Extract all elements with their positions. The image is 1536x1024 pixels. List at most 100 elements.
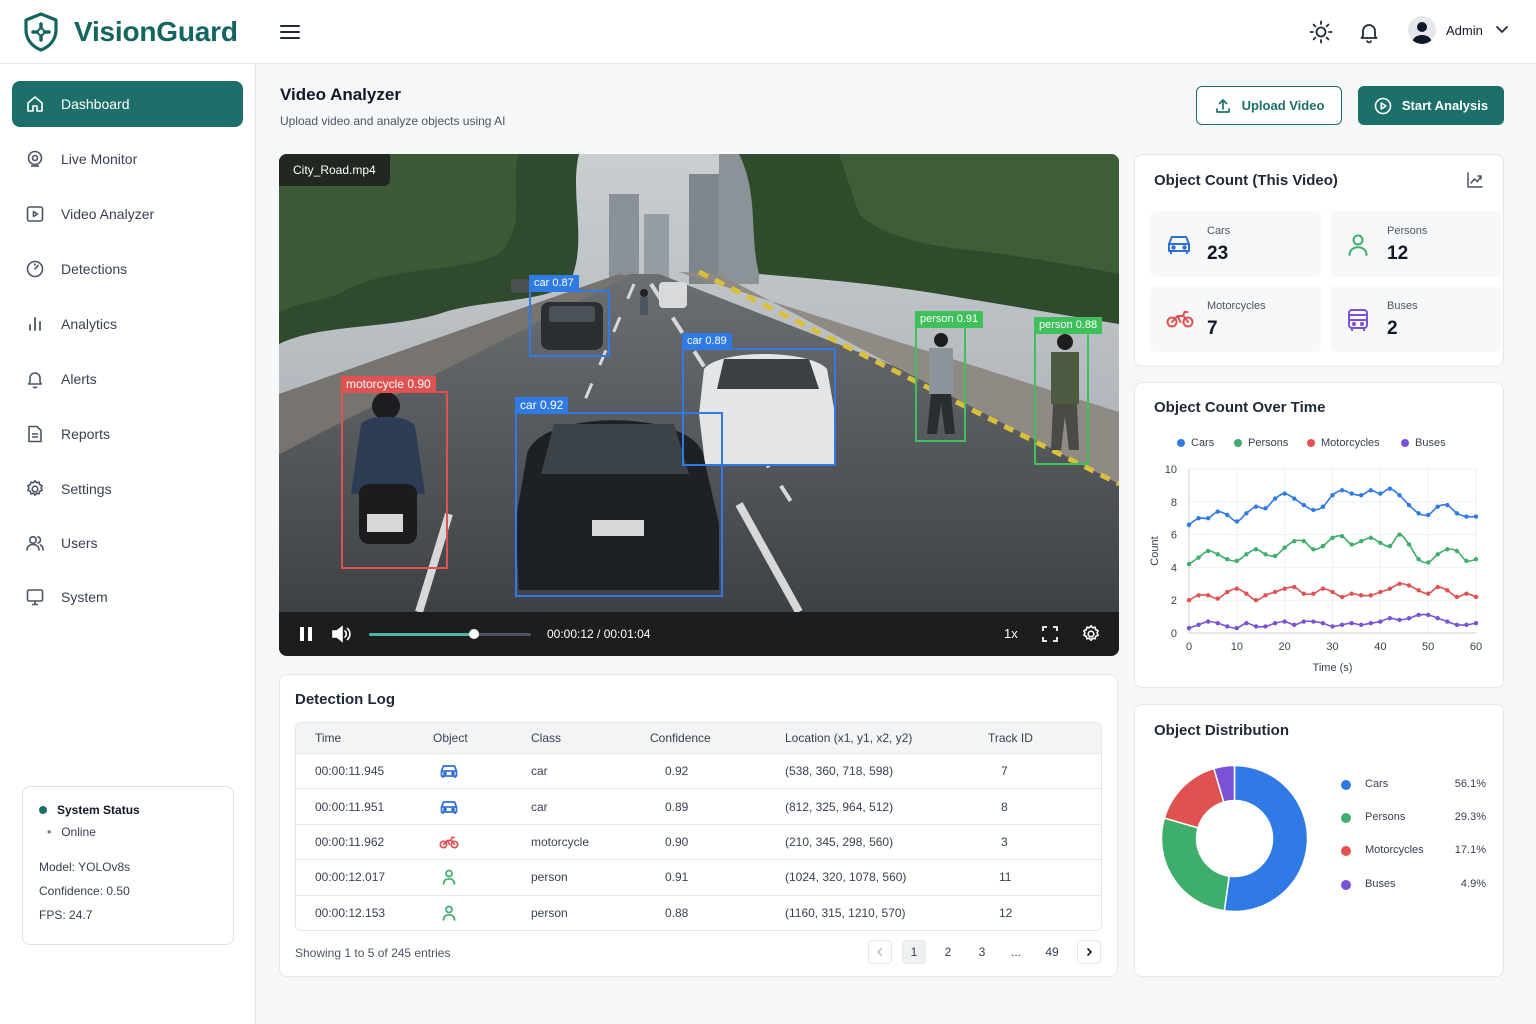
data-point — [1387, 543, 1393, 549]
data-point — [1225, 512, 1230, 518]
progress-handle[interactable] — [469, 629, 480, 639]
bbox-label: motorcycle 0.90 — [341, 376, 436, 393]
column-header: Class — [531, 731, 562, 745]
sidebar-item-alerts[interactable]: Alerts — [12, 356, 243, 402]
distribution-legend-persons: Persons 29.3% — [1341, 810, 1486, 826]
data-point — [1263, 506, 1268, 511]
user-menu[interactable]: Admin — [1408, 16, 1513, 44]
notifications-button[interactable] — [1357, 20, 1381, 44]
data-point — [1339, 594, 1345, 600]
data-point — [1244, 552, 1249, 557]
video-player[interactable]: City_Road.mp4 car 0.87 car 0.89 car 0.92… — [279, 154, 1119, 656]
confidence-info: Confidence: 0.50 — [39, 879, 217, 903]
page-button-3[interactable]: 3 — [970, 940, 994, 964]
bbox-label: person 0.88 — [1034, 317, 1103, 334]
object-count-title: Object Count (This Video) — [1154, 172, 1338, 189]
pause-button[interactable] — [298, 626, 314, 642]
data-point — [1205, 619, 1211, 624]
data-point — [1387, 486, 1393, 491]
sidebar-item-detections[interactable]: Detections — [12, 246, 243, 292]
count-value: 12 — [1387, 243, 1409, 264]
playback-speed-button[interactable]: 1x — [1004, 626, 1018, 641]
start-analysis-button[interactable]: Start Analysis — [1358, 86, 1504, 125]
page-button-2[interactable]: 2 — [936, 940, 960, 964]
sidebar-item-live-monitor[interactable]: Live Monitor — [12, 136, 243, 182]
table-row[interactable]: 00:00:12.153 person 0.88 (1160, 315, 121… — [296, 894, 1101, 930]
table-row[interactable]: 00:00:11.951 car 0.89 (812, 325, 964, 51… — [296, 788, 1101, 823]
data-point — [1416, 588, 1421, 593]
users-icon — [26, 535, 44, 551]
data-point — [1234, 625, 1240, 631]
cell-track-id: 12 — [999, 905, 1013, 920]
fullscreen-button[interactable] — [1041, 625, 1059, 643]
gear-icon — [1083, 625, 1099, 641]
app-logo[interactable]: VisionGuard — [22, 12, 238, 52]
data-point — [1253, 547, 1259, 552]
count-tile-buses: Buses 2 — [1330, 286, 1501, 352]
data-point — [1416, 511, 1421, 516]
data-point — [1244, 620, 1249, 626]
distribution-legend-buses: Buses 4.9% — [1341, 877, 1486, 893]
video-time: 00:00:12 / 00:01:04 — [547, 627, 651, 641]
shield-plus-icon — [24, 12, 58, 52]
data-point — [1263, 624, 1268, 629]
data-point — [1397, 617, 1402, 623]
data-point — [1215, 596, 1220, 601]
line-chart: 0 10 20 30 40 50 60 0 2 4 6 8 10 Time (s) Count — [1149, 464, 1482, 674]
confidence-label: Confidence: — [39, 884, 104, 898]
data-point — [1349, 591, 1354, 596]
avatar — [1408, 16, 1436, 44]
car-icon — [439, 763, 459, 779]
data-point — [1397, 493, 1402, 498]
video-progress-bar[interactable] — [369, 629, 531, 639]
data-point — [1378, 491, 1383, 496]
video-filename: City_Road.mp4 — [279, 154, 390, 186]
data-point — [1473, 594, 1479, 600]
donut-slice-motorcycles — [1163, 767, 1225, 829]
table-row[interactable]: 00:00:11.945 car 0.92 (538, 360, 718, 59… — [296, 753, 1101, 788]
sidebar-item-label: System — [61, 589, 108, 605]
page-button-1[interactable]: 1 — [902, 940, 926, 964]
sidebar-item-dashboard[interactable]: Dashboard — [12, 81, 243, 127]
legend-label: Buses — [1365, 878, 1396, 890]
sidebar-item-analytics[interactable]: Analytics — [12, 301, 243, 347]
sidebar-item-system[interactable]: System — [12, 574, 243, 620]
y-tick-label: 2 — [1171, 595, 1177, 607]
page-button-49[interactable]: 49 — [1040, 940, 1064, 964]
menu-button[interactable] — [278, 20, 302, 44]
table-row[interactable]: 00:00:12.017 person 0.91 (1024, 320, 107… — [296, 859, 1101, 894]
sidebar-item-reports[interactable]: Reports — [12, 411, 243, 457]
volume-button[interactable] — [331, 625, 353, 643]
data-point — [1292, 496, 1297, 501]
theme-toggle-button[interactable] — [1309, 20, 1333, 44]
next-page-button[interactable] — [1077, 940, 1101, 964]
distribution-legend-motorcycles: Motorcycles 17.1% — [1341, 843, 1486, 859]
cell-confidence: 0.91 — [665, 870, 689, 885]
sidebar-item-label: Detections — [61, 261, 128, 277]
cell-location: (538, 360, 718, 598) — [785, 764, 894, 779]
sidebar-item-label: Reports — [61, 426, 111, 442]
data-point — [1225, 557, 1230, 562]
data-point — [1301, 591, 1306, 596]
table-row[interactable]: 00:00:11.962 motorcycle 0.90 (210, 345, … — [296, 823, 1101, 859]
data-point — [1263, 593, 1268, 598]
data-point — [1320, 504, 1326, 509]
model-info: Model: YOLOv8s — [39, 855, 217, 879]
data-point — [1301, 619, 1306, 624]
sidebar-item-users[interactable]: Users — [12, 520, 243, 566]
cell-time: 00:00:11.945 — [315, 764, 385, 779]
user-avatar-icon — [1412, 22, 1432, 44]
video-settings-button[interactable] — [1081, 624, 1101, 644]
upload-video-button[interactable]: Upload Video — [1196, 86, 1342, 125]
cell-time: 00:00:11.962 — [315, 834, 385, 849]
cell-confidence: 0.92 — [665, 764, 689, 779]
previous-page-button[interactable] — [868, 940, 892, 964]
sidebar-item-video-analyzer[interactable]: Video Analyzer — [12, 191, 243, 237]
x-tick-label: 0 — [1186, 641, 1192, 653]
data-point — [1186, 561, 1192, 567]
data-point — [1186, 625, 1192, 631]
sidebar-item-settings[interactable]: Settings — [12, 466, 243, 512]
trend-chart-button[interactable] — [1466, 171, 1484, 189]
sidebar: Dashboard Live Monitor Video Analyzer De… — [0, 64, 256, 1024]
system-status-card: System Status Online Model: YOLOv8s Conf… — [22, 786, 234, 945]
